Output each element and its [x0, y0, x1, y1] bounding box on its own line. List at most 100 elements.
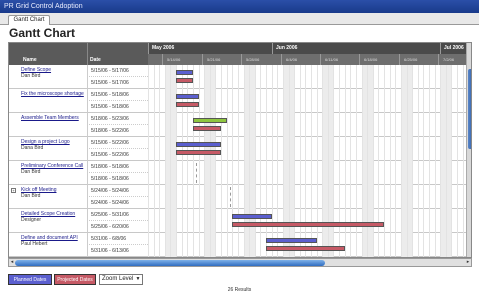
day-gridline	[412, 65, 413, 257]
month-header: Jun 2006	[272, 43, 440, 54]
projected-dates-bar[interactable]	[193, 126, 221, 131]
milestone-marker[interactable]	[196, 163, 197, 183]
planned-date-range: 5/18/06 - 5/23/06	[87, 113, 148, 125]
planned-date-range: 5/15/06 - 5/17/06	[87, 65, 148, 77]
zoom-level-label: Zoom Level	[102, 276, 134, 282]
day-gridline	[390, 65, 391, 257]
day-gridline	[446, 65, 447, 257]
planned-dates-bar[interactable]	[176, 94, 199, 99]
projected-dates-bar[interactable]	[176, 150, 221, 155]
day-gridline	[255, 65, 256, 257]
day-gridline	[305, 65, 306, 257]
planned-dates-bar[interactable]	[266, 238, 317, 243]
day-gridline	[451, 65, 452, 257]
vertical-scrollbar[interactable]	[466, 43, 471, 257]
day-gridline	[423, 65, 424, 257]
day-gridline	[272, 65, 273, 257]
planned-date-range: 5/24/06 - 5/24/06	[87, 185, 148, 197]
day-gridline	[154, 65, 155, 257]
day-gridline	[401, 65, 402, 257]
projected-date-range: 5/15/06 - 5/17/06	[87, 77, 148, 89]
window-title: PR Grid Control Adoption	[0, 0, 479, 13]
day-gridline	[277, 65, 278, 257]
horizontal-scrollbar-thumb[interactable]	[15, 260, 325, 266]
day-gridline	[418, 65, 419, 257]
projected-date-range: 5/31/06 - 6/13/06	[87, 245, 148, 257]
day-gridline	[322, 65, 323, 257]
day-gridline	[227, 65, 228, 257]
planned-date-range: 5/31/06 - 6/8/06	[87, 233, 148, 245]
projected-dates-bar[interactable]	[232, 222, 384, 227]
planned-dates-bar[interactable]	[176, 70, 193, 75]
day-gridline	[457, 65, 458, 257]
day-gridline	[333, 65, 334, 257]
day-gridline	[311, 65, 312, 257]
day-gridline	[294, 65, 295, 257]
day-gridline	[260, 65, 261, 257]
gantt-chart-area	[148, 65, 466, 257]
task-name-link[interactable]: Fix the microscope shortage	[21, 91, 86, 97]
day-gridline	[407, 65, 408, 257]
projected-dates-bar[interactable]	[266, 246, 345, 251]
day-gridline	[373, 65, 374, 257]
day-gridline	[232, 65, 233, 257]
scroll-right-arrow-icon[interactable]: ▸	[465, 259, 471, 266]
day-gridline	[238, 65, 239, 257]
timeline-week-header: 5/14/06 5/21/06 5/28/06 6/4/06 6/11/06 6/18/0…	[148, 54, 466, 65]
projected-dates-bar[interactable]	[176, 78, 193, 83]
column-header-date[interactable]: Date	[87, 43, 148, 65]
day-gridline	[378, 65, 379, 257]
task-owner: Dan Bird	[21, 73, 41, 79]
planned-date-range: 5/15/06 - 5/18/06	[87, 89, 148, 101]
day-gridline	[199, 65, 200, 257]
day-gridline	[165, 65, 166, 257]
task-name-link[interactable]: Assemble Team Members	[21, 115, 86, 121]
planned-date-range: 5/15/06 - 5/22/06	[87, 137, 148, 149]
expand-toggle-icon[interactable]: +	[11, 188, 16, 193]
milestone-marker[interactable]	[230, 187, 231, 207]
day-gridline	[328, 65, 329, 257]
results-count: 26 Results	[227, 287, 252, 293]
tab-bar: Gantt Chart	[0, 13, 479, 25]
day-gridline	[289, 65, 290, 257]
day-gridline	[384, 65, 385, 257]
column-header-name[interactable]: Name	[9, 43, 87, 65]
week-header: 6/4/06	[281, 54, 320, 65]
day-gridline	[463, 65, 464, 257]
day-gridline	[210, 65, 211, 257]
legend-projected-dates: Projected Dates	[54, 274, 96, 285]
week-header: 5/28/06	[241, 54, 280, 65]
day-gridline	[356, 65, 357, 257]
day-gridline	[244, 65, 245, 257]
projected-date-range: 5/15/06 - 5/22/06	[87, 149, 148, 161]
task-owner: Dan Bird	[21, 169, 41, 175]
projected-dates-bar[interactable]	[176, 102, 199, 107]
page-title: Gantt Chart	[9, 26, 75, 40]
day-gridline	[339, 65, 340, 257]
projected-date-range: 5/25/06 - 6/20/06	[87, 221, 148, 233]
tab-gantt-chart[interactable]: Gantt Chart	[8, 15, 50, 25]
projected-date-range: 5/18/06 - 5/18/06	[87, 173, 148, 185]
planned-dates-bar[interactable]	[232, 214, 272, 219]
horizontal-scrollbar[interactable]: ◂ ▸	[8, 258, 472, 267]
zoom-level-select[interactable]: Zoom Level ▼	[99, 274, 143, 285]
day-gridline	[170, 65, 171, 257]
day-gridline	[395, 65, 396, 257]
timeline-month-header: May 2006 Jun 2006 Jul 2006	[148, 43, 466, 54]
planned-date-range: 5/18/06 - 5/18/06	[87, 161, 148, 173]
month-header: Jul 2006	[440, 43, 466, 54]
day-gridline	[429, 65, 430, 257]
chevron-down-icon[interactable]: ▼	[135, 276, 141, 283]
vertical-scrollbar-thumb[interactable]	[468, 69, 471, 149]
day-gridline	[159, 65, 160, 257]
task-owner: Paul Hebert	[21, 241, 48, 247]
progress-bar[interactable]	[193, 118, 227, 123]
day-gridline	[266, 65, 267, 257]
planned-dates-bar[interactable]	[176, 142, 221, 147]
week-header: 6/18/06	[359, 54, 398, 65]
month-header: May 2006	[148, 43, 272, 54]
day-gridline	[249, 65, 250, 257]
legend-planned-dates: Planned Dates	[8, 274, 52, 285]
week-header: 5/21/06	[202, 54, 241, 65]
day-gridline	[317, 65, 318, 257]
